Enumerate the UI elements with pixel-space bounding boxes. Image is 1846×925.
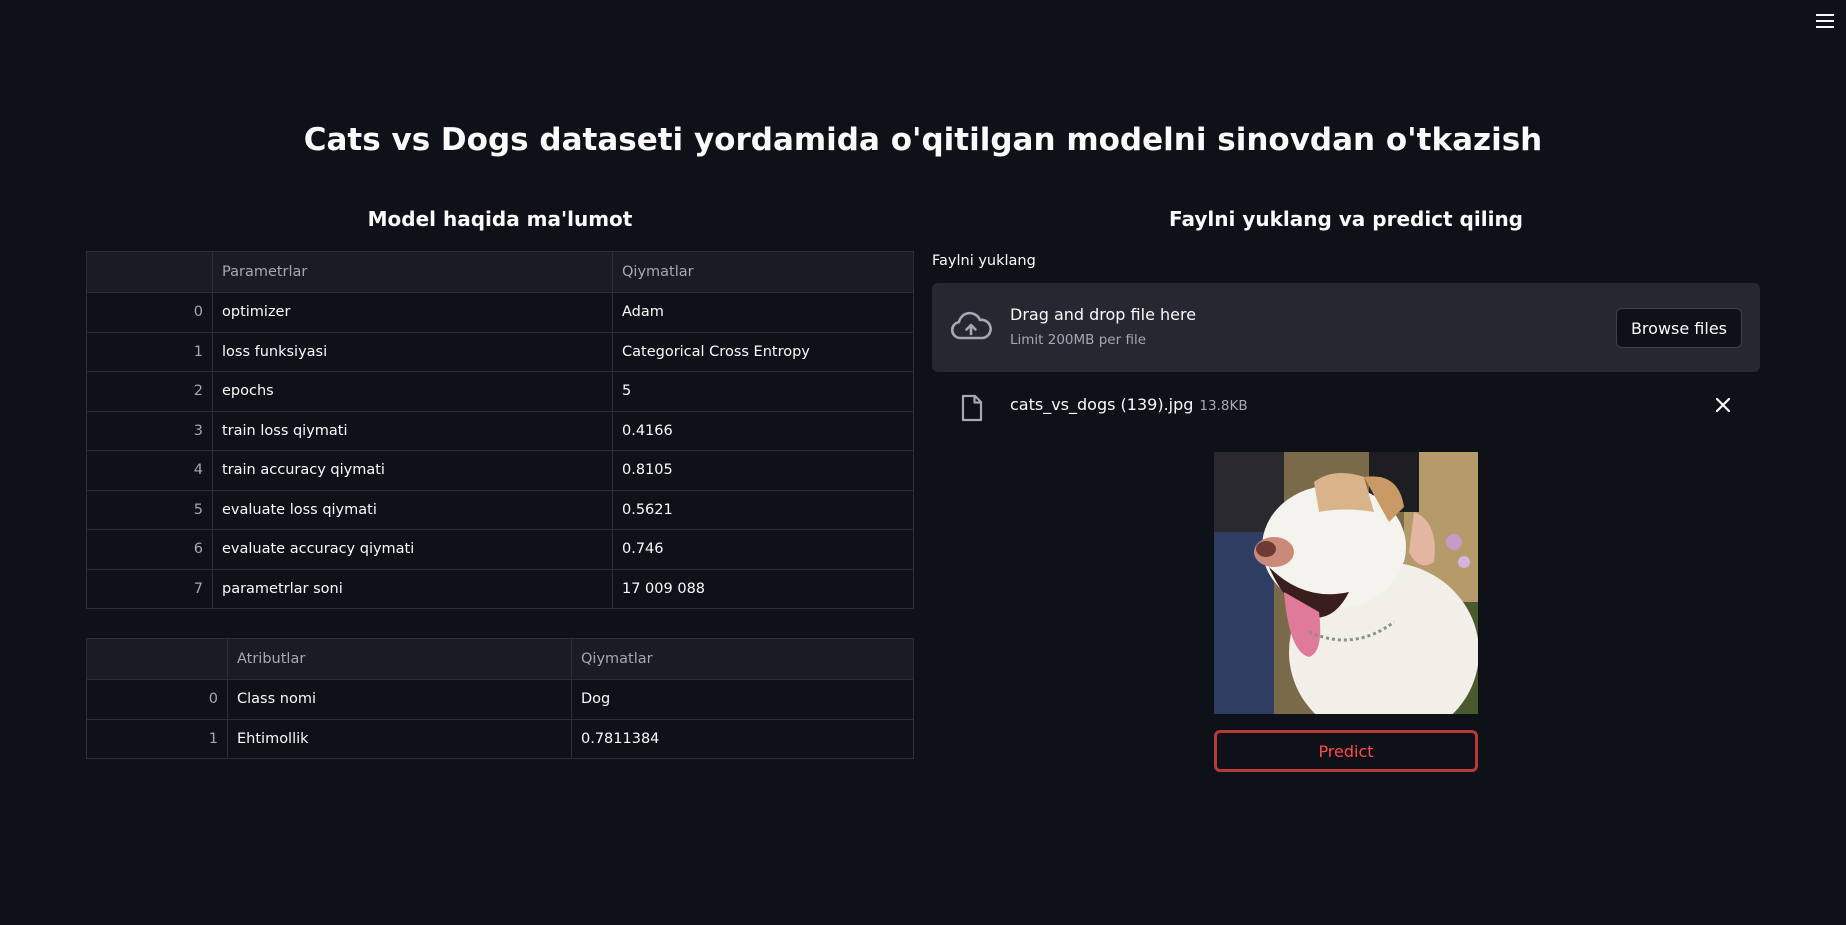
table-row: 4 train accuracy qiymati 0.8105 [86,450,914,491]
table-cell: Ehtimollik [227,718,572,759]
model-info-column: Model haqida ma'lumot Parametrlar Qiymat… [86,205,914,759]
index-header [86,638,228,680]
table-cell: 0.5621 [612,489,914,530]
dog-photo [1214,452,1478,714]
table-cell: epochs [212,371,613,412]
table-cell: 0.7811384 [571,718,914,759]
page-title: Cats vs Dogs dataseti yordamida o'qitilg… [303,122,1543,158]
table-cell: train loss qiymati [212,410,613,451]
table-cell: 5 [612,371,914,412]
table-row: 1 Ehtimollik 0.7811384 [86,718,914,759]
row-index: 3 [86,410,213,451]
predict-button[interactable]: Predict [1214,730,1478,772]
table-cell: Dog [571,679,914,720]
table-cell: parametrlar soni [212,568,613,609]
table-cell: train accuracy qiymati [212,450,613,491]
table-row: 3 train loss qiymati 0.4166 [86,410,914,451]
table-cell: loss funksiyasi [212,331,613,372]
file-name: cats_vs_dogs (139).jpg [1010,395,1194,414]
prediction-result-table: Atributlar Qiymatlar 0 Class nomi Dog 1 … [86,638,914,759]
column-header: Qiymatlar [612,251,914,293]
upload-label: Faylni yuklang [932,253,1036,269]
column-header: Qiymatlar [571,638,914,680]
file-icon [961,394,983,422]
column-header: Atributlar [227,638,572,680]
model-info-heading: Model haqida ma'lumot [367,207,633,231]
table-cell: 0.8105 [612,450,914,491]
table-row: 0 optimizer Adam [86,292,914,333]
table-cell: 0.4166 [612,410,914,451]
column-header: Parametrlar [212,251,613,293]
table-header-row: Atributlar Qiymatlar [86,638,914,680]
row-index: 4 [86,450,213,491]
row-index: 6 [86,529,213,570]
row-index: 1 [86,718,228,759]
hamburger-menu-icon[interactable] [1814,10,1836,32]
upload-heading: Faylni yuklang va predict qiling [1169,207,1523,231]
upload-column: Faylni yuklang va predict qiling Faylni … [932,205,1760,772]
parameters-table: Parametrlar Qiymatlar 0 optimizer Adam 1… [86,251,914,609]
row-index: 1 [86,331,213,372]
table-header-row: Parametrlar Qiymatlar [86,251,914,293]
table-row: 0 Class nomi Dog [86,679,914,720]
table-cell: Categorical Cross Entropy [612,331,914,372]
row-index: 0 [86,679,228,720]
table-cell: optimizer [212,292,613,333]
table-row: 7 parametrlar soni 17 009 088 [86,568,914,609]
file-size: 13.8KB [1199,398,1248,414]
dropzone-instruction: Drag and drop file here [1010,305,1197,324]
dropzone-limit: Limit 200MB per file [1010,332,1147,348]
uploaded-image-preview [1214,452,1478,714]
table-cell: Class nomi [227,679,572,720]
row-index: 7 [86,568,213,609]
table-row: 1 loss funksiyasi Categorical Cross Entr… [86,331,914,372]
row-index: 2 [86,371,213,412]
table-cell: 17 009 088 [612,568,914,609]
table-cell: evaluate loss qiymati [212,489,613,530]
uploaded-file-item: cats_vs_dogs (139).jpg 13.8KB [932,372,1760,434]
cloud-upload-icon [950,311,992,340]
table-cell: 0.746 [612,529,914,570]
table-row: 6 evaluate accuracy qiymati 0.746 [86,529,914,570]
row-index: 5 [86,489,213,530]
table-row: 5 evaluate loss qiymati 0.5621 [86,489,914,530]
file-dropzone[interactable]: Drag and drop file here Limit 200MB per … [932,283,1760,372]
index-header [86,251,213,293]
browse-files-button[interactable]: Browse files [1615,308,1742,348]
table-cell: evaluate accuracy qiymati [212,529,613,570]
table-row: 2 epochs 5 [86,371,914,412]
close-icon[interactable] [1714,396,1732,414]
row-index: 0 [86,292,213,333]
table-cell: Adam [612,292,914,333]
